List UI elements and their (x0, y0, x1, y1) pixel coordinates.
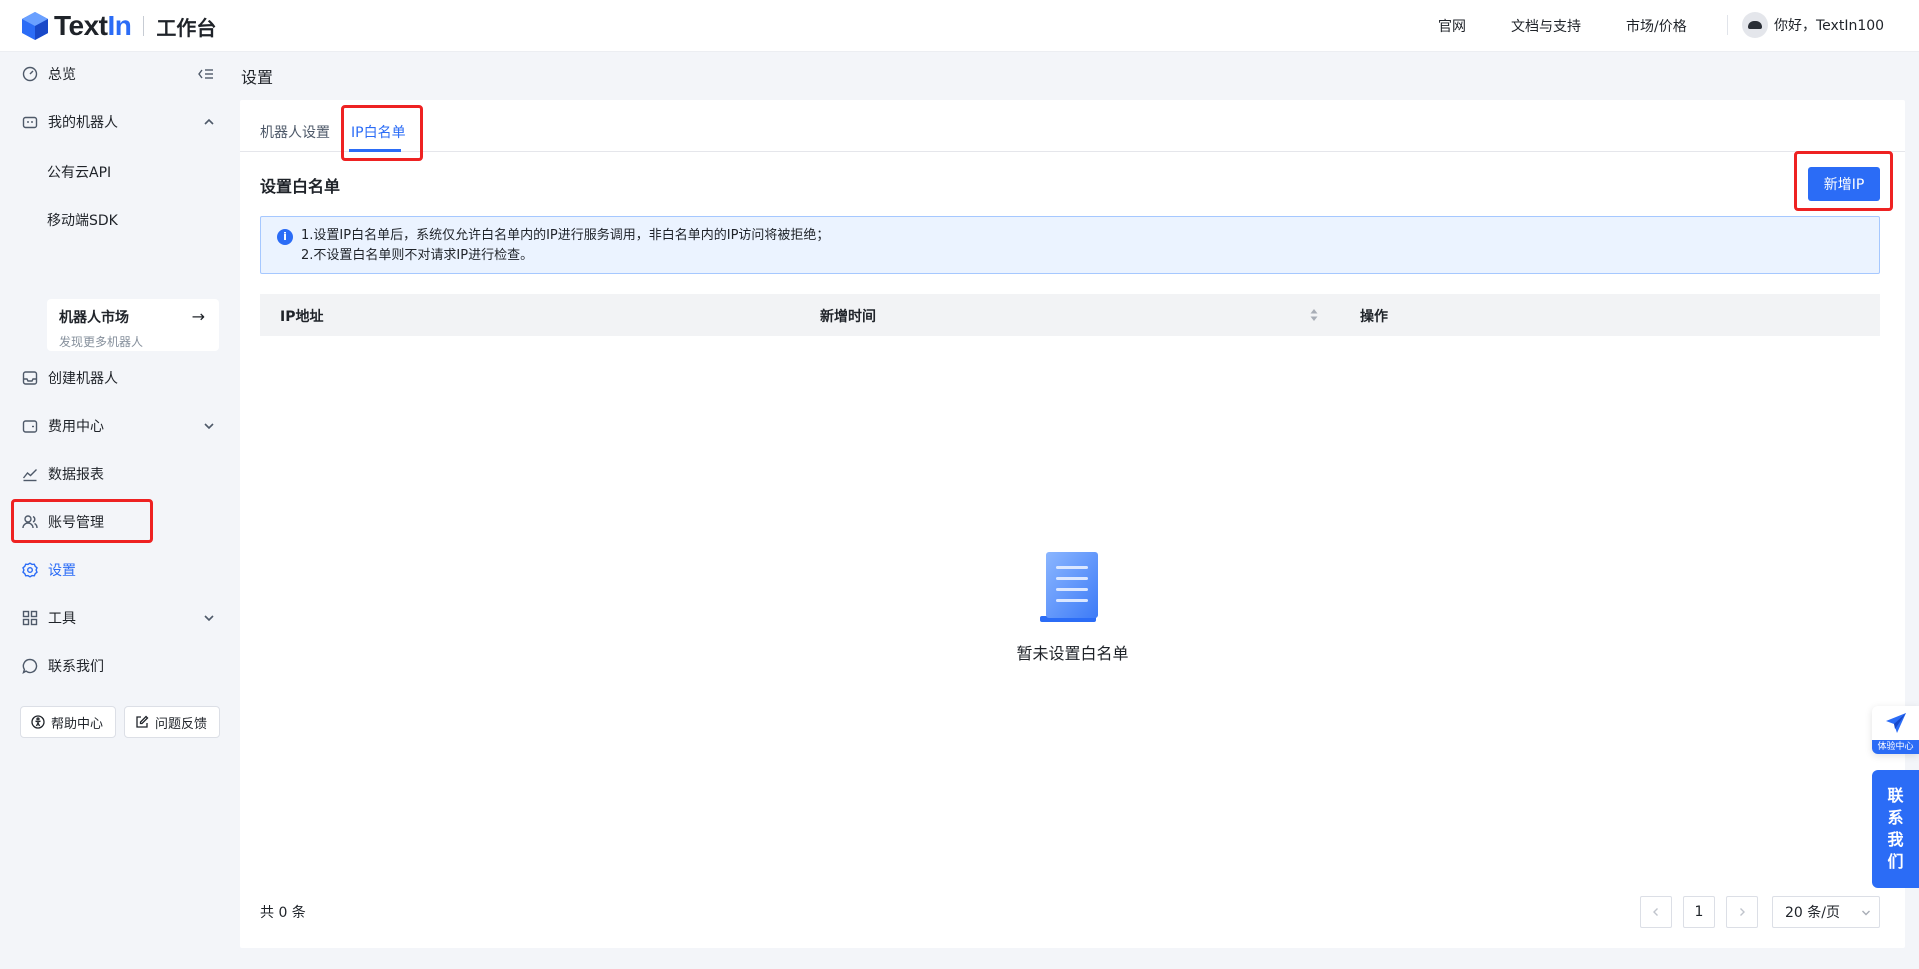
info-icon: i (277, 229, 293, 245)
main-panel: 机器人设置 IP白名单 设置白名单 新增IP i 1.设置IP白名单后，系统仅允… (240, 100, 1905, 948)
wallet-icon (22, 420, 38, 433)
chevron-up-icon (204, 118, 214, 125)
sidebar-item-my-robots[interactable]: 我的机器人 (22, 107, 216, 137)
column-actions: 操作 (1360, 309, 1388, 325)
robot-market-card[interactable]: 机器人市场 发现更多机器人 → (47, 299, 219, 351)
edit-icon (136, 715, 149, 728)
contact-char: 系 (1887, 808, 1904, 827)
chevron-down-icon (1862, 910, 1870, 916)
inbox-icon (22, 371, 38, 385)
empty-state-text: 暂未设置白名单 (1016, 644, 1129, 663)
chevron-left-icon (1653, 908, 1658, 916)
sidebar-item-label: 总览 (48, 67, 76, 83)
header-divider (1727, 15, 1728, 35)
help-icon (31, 715, 45, 729)
empty-document-icon (1040, 552, 1098, 622)
sidebar-item-reports[interactable]: 数据报表 (22, 459, 216, 489)
gear-icon (22, 562, 38, 578)
sidebar-subitem-public-api[interactable]: 公有云API (47, 162, 111, 182)
grid-icon (22, 610, 38, 626)
table-header: IP地址 新增时间 操作 (260, 294, 1880, 336)
arrow-right-icon: → (191, 307, 205, 326)
user-greeting: 你好，TextIn100 (1774, 18, 1885, 34)
sidebar-item-tools[interactable]: 工具 (22, 603, 216, 633)
column-ip-address: IP地址 (280, 309, 324, 325)
robot-market-title: 机器人市场 (59, 310, 129, 326)
sort-icon[interactable] (1309, 306, 1319, 324)
contact-char: 们 (1887, 852, 1904, 871)
sidebar-item-label: 费用中心 (48, 419, 104, 435)
sidebar-item-label: 联系我们 (48, 659, 104, 675)
sidebar-item-billing[interactable]: 费用中心 (22, 411, 216, 441)
tab-bar: 机器人设置 IP白名单 (240, 100, 1905, 152)
workspace-label: 工作台 (156, 15, 217, 40)
page-title: 设置 (241, 68, 274, 87)
nav-docs-support[interactable]: 文档与支持 (1511, 16, 1581, 36)
contact-char: 联 (1887, 786, 1904, 805)
total-count: 共 0 条 (260, 905, 306, 921)
nav-market-pricing[interactable]: 市场/价格 (1626, 16, 1687, 36)
user-menu[interactable]: 你好，TextIn100 (1742, 12, 1884, 38)
sidebar-item-label: 设置 (48, 563, 76, 579)
sidebar-item-label: 我的机器人 (48, 115, 118, 131)
textin-logo-icon (22, 12, 48, 40)
nav-official-site[interactable]: 官网 (1438, 16, 1466, 36)
logo-divider (143, 16, 145, 36)
chevron-down-icon (204, 615, 214, 622)
highlight-settings (11, 499, 153, 543)
highlight-add-ip-button (1794, 151, 1893, 211)
column-added-time: 新增时间 (820, 309, 876, 325)
sidebar-subitem-mobile-sdk[interactable]: 移动端SDK (47, 210, 118, 230)
sidebar-item-label: 工具 (48, 611, 76, 627)
sidebar-item-contact[interactable]: 联系我们 (22, 651, 216, 681)
tab-robot-settings[interactable]: 机器人设置 (260, 122, 330, 142)
dashboard-icon (22, 66, 38, 82)
notice-line-1: 1.设置IP白名单后，系统仅允许白名单内的IP进行服务调用，非白名单内的IP访问… (301, 228, 830, 243)
top-header: TextIn 工作台 官网 文档与支持 市场/价格 你好，TextIn100 (0, 0, 1919, 52)
chart-line-icon (22, 469, 37, 482)
sidebar-item-create-robot[interactable]: 创建机器人 (22, 363, 216, 393)
logo-text: TextIn (54, 10, 132, 41)
help-center-button[interactable]: 帮助中心 (20, 706, 116, 738)
contact-char: 我 (1887, 830, 1904, 849)
contact-us-widget[interactable]: 联 系 我 们 (1872, 770, 1919, 888)
experience-center-label: 体验中心 (1872, 740, 1919, 754)
page-size-value: 20 条/页 (1785, 905, 1840, 921)
prev-page-button[interactable] (1640, 896, 1672, 928)
feedback-label: 问题反馈 (155, 716, 208, 732)
next-page-button[interactable] (1726, 896, 1758, 928)
avatar (1742, 12, 1768, 38)
sidebar-item-label: 创建机器人 (48, 371, 118, 387)
chevron-right-icon (1740, 908, 1745, 916)
chat-icon (22, 658, 38, 674)
paper-plane-icon (1886, 713, 1906, 733)
feedback-button[interactable]: 问题反馈 (124, 706, 220, 738)
collapse-sidebar-icon[interactable] (198, 67, 214, 81)
robot-icon (22, 116, 38, 129)
robot-market-subtitle: 发现更多机器人 (59, 335, 144, 349)
info-notice: i 1.设置IP白名单后，系统仅允许白名单内的IP进行服务调用，非白名单内的IP… (260, 216, 1880, 274)
sidebar-item-overview[interactable]: 总览 (22, 59, 216, 89)
page-number-1[interactable]: 1 (1683, 896, 1715, 928)
chevron-down-icon (204, 423, 214, 430)
highlight-ip-whitelist-tab (341, 105, 423, 161)
logo[interactable]: TextIn 工作台 (22, 10, 216, 42)
help-center-label: 帮助中心 (51, 716, 104, 732)
section-title: 设置白名单 (260, 177, 341, 196)
sidebar-item-settings[interactable]: 设置 (22, 555, 216, 585)
sidebar-item-label: 数据报表 (48, 467, 104, 483)
experience-center-widget[interactable]: 体验中心 (1872, 706, 1919, 754)
notice-line-2: 2.不设置白名单则不对请求IP进行检查。 (301, 248, 534, 263)
page-size-select[interactable]: 20 条/页 (1772, 896, 1880, 928)
